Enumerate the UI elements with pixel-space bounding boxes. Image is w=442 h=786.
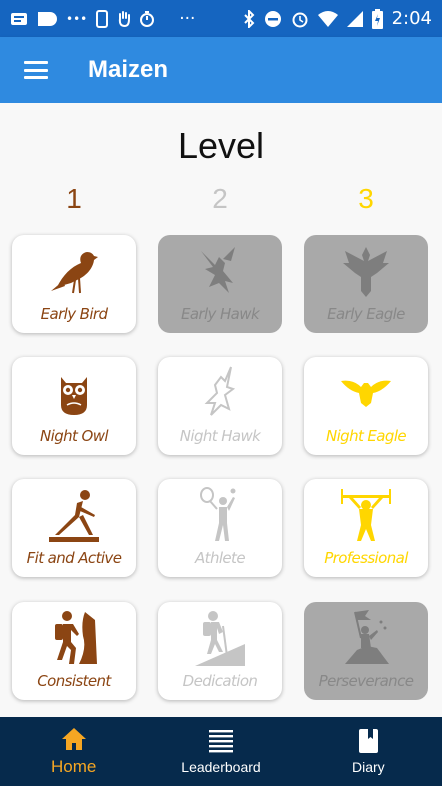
badge-card-early-bird[interactable]: Early Bird	[12, 235, 136, 333]
alarm-icon	[292, 12, 308, 27]
summit-flag-icon	[345, 610, 389, 664]
app-title: Maizen	[88, 56, 169, 83]
nav-label: Home	[50, 757, 97, 776]
badge-card-early-hawk[interactable]: Early Hawk	[158, 235, 282, 333]
badge-card-dedication[interactable]: Dedication	[158, 602, 282, 700]
menu-button[interactable]	[0, 37, 72, 103]
badge-label: Early Bird	[40, 305, 108, 323]
chat-icon	[38, 11, 57, 26]
eagle-icon	[343, 247, 389, 297]
wifi-icon	[317, 10, 338, 27]
badge-label: Professional	[324, 549, 408, 567]
badge-label: Early Eagle	[327, 305, 405, 323]
list-icon	[208, 730, 233, 753]
badge-label: Athlete	[195, 549, 246, 567]
badge-label: Night Eagle	[325, 427, 407, 445]
do-not-disturb-icon	[264, 10, 281, 27]
nav-label: Leaderboard	[181, 759, 261, 775]
badge-card-early-eagle[interactable]: Early Eagle	[304, 235, 428, 333]
more-notifications-dots: •••	[66, 11, 88, 26]
badge-card-consistent[interactable]: Consistent	[12, 602, 136, 700]
bluetooth-icon	[243, 9, 254, 28]
badge-card-night-eagle[interactable]: Night Eagle	[304, 357, 428, 455]
badge-card-fit-and-active[interactable]: Fit and Active	[12, 479, 136, 577]
device-icon	[96, 9, 109, 28]
hamburger-icon	[24, 61, 48, 79]
notification-icons: ••• ···	[10, 9, 195, 29]
badge-card-athlete[interactable]: Athlete	[158, 479, 282, 577]
eagle-icon	[341, 380, 391, 407]
more-icons-ellipsis: ···	[179, 8, 196, 29]
owl-icon	[61, 377, 87, 415]
nav-leaderboard[interactable]: Leaderboard	[147, 717, 294, 786]
level-3-label: 3	[358, 183, 374, 214]
badge-card-professional[interactable]: Professional	[304, 479, 428, 577]
badge-card-night-owl[interactable]: Night Owl	[12, 357, 136, 455]
hawk-icon	[201, 247, 235, 293]
level-1-label: 1	[66, 183, 82, 214]
hiker-icon	[195, 611, 245, 666]
yoga-icon	[49, 490, 99, 542]
hawk-icon	[204, 366, 236, 416]
nav-label: Diary	[351, 759, 385, 775]
nav-home[interactable]: Home	[0, 717, 147, 786]
badges-screen[interactable]: Level 1 2 3 Early Bird Early Hawk Early …	[0, 103, 442, 717]
level-2-label: 2	[212, 183, 228, 214]
tennis-player-icon	[200, 487, 236, 541]
message-icon	[11, 12, 27, 25]
badge-label: Dedication	[182, 672, 258, 690]
bird-icon	[51, 252, 98, 294]
badge-label: Perseverance	[318, 672, 414, 690]
badge-label: Early Hawk	[180, 305, 260, 323]
badge-label: Consistent	[37, 672, 111, 690]
badge-card-perseverance[interactable]: Perseverance	[304, 602, 428, 700]
level-heading: Level	[177, 125, 265, 166]
clock: 2:04	[391, 8, 432, 29]
nav-diary[interactable]: Diary	[295, 717, 442, 786]
app-bar: Maizen	[0, 37, 442, 103]
hand-icon	[119, 10, 131, 27]
badge-card-night-hawk[interactable]: Night Hawk	[158, 357, 282, 455]
climber-icon	[55, 611, 97, 664]
badge-label: Fit and Active	[26, 549, 122, 567]
home-icon	[61, 728, 86, 750]
stopwatch-icon	[140, 10, 155, 27]
bottom-navigation: Home Leaderboard Diary	[0, 717, 442, 786]
system-icons: 2:04	[243, 8, 432, 29]
status-bar: ••• ··· 2:04	[0, 0, 442, 37]
battery-icon	[371, 8, 383, 29]
weightlifter-icon	[341, 489, 391, 541]
badge-label: Night Hawk	[179, 427, 261, 445]
book-icon	[359, 729, 379, 753]
signal-icon	[346, 10, 363, 27]
badge-label: Night Owl	[40, 427, 109, 445]
